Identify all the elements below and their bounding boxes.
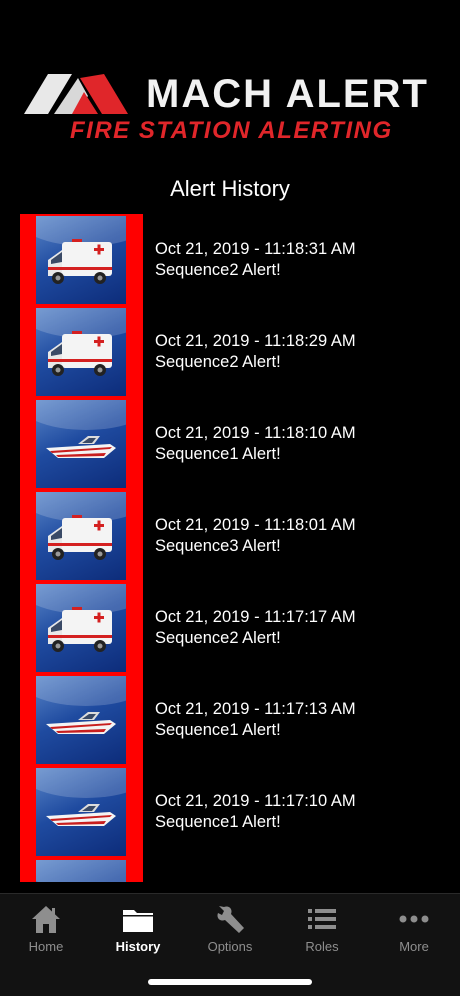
wrench-icon	[217, 906, 244, 933]
alert-timestamp: Oct 21, 2019 - 11:18:10 AM	[155, 424, 356, 442]
more-icon	[399, 915, 429, 923]
ambulance-icon	[44, 878, 118, 882]
alert-thumbnail	[36, 492, 126, 580]
mach-alert-logo-icon	[24, 74, 128, 114]
alert-thumbnail	[36, 400, 126, 488]
folder-icon	[123, 910, 153, 932]
alert-row[interactable]	[0, 858, 460, 882]
alert-text: Oct 21, 2019 - 11:18:01 AM Sequence3 Ale…	[155, 515, 356, 557]
ambulance-icon	[48, 331, 112, 376]
alert-thumbnail	[36, 216, 126, 304]
alert-row[interactable]: Oct 21, 2019 - 11:18:29 AM Sequence2 Ale…	[0, 306, 460, 398]
alert-timestamp: Oct 21, 2019 - 11:17:10 AM	[155, 792, 356, 810]
alert-text: Oct 21, 2019 - 11:17:10 AM Sequence1 Ale…	[155, 791, 356, 833]
tab-home[interactable]: Home	[0, 904, 92, 964]
brand-logo: MACH ALERT FIRE STATION ALERTING	[24, 68, 436, 146]
tab-home-label: Home	[28, 939, 64, 954]
alert-thumbnail	[36, 676, 126, 764]
list-icon	[308, 909, 336, 929]
tab-roles-label: Roles	[305, 939, 339, 954]
alert-text: Oct 21, 2019 - 11:17:13 AM Sequence1 Ale…	[155, 699, 356, 741]
alert-thumbnail	[36, 860, 126, 882]
ambulance-icon	[48, 239, 112, 284]
home-indicator[interactable]	[148, 979, 312, 985]
alert-timestamp: Oct 21, 2019 - 11:18:01 AM	[155, 516, 356, 534]
alert-timestamp: Oct 21, 2019 - 11:17:13 AM	[155, 700, 356, 718]
alert-timestamp: Oct 21, 2019 - 11:17:17 AM	[155, 608, 356, 626]
tab-more-label: More	[399, 939, 429, 954]
alert-message: Sequence1 Alert!	[155, 721, 281, 739]
alert-thumbnail	[36, 584, 126, 672]
brand-subtitle: FIRE STATION ALERTING	[70, 117, 393, 144]
alert-row[interactable]: Oct 21, 2019 - 11:18:31 AM Sequence2 Ale…	[0, 214, 460, 306]
boat-icon	[46, 712, 116, 734]
alert-row[interactable]: Oct 21, 2019 - 11:17:13 AM Sequence1 Ale…	[0, 674, 460, 766]
alert-timestamp: Oct 21, 2019 - 11:18:31 AM	[155, 240, 356, 258]
alert-thumbnail	[36, 768, 126, 856]
boat-icon	[46, 804, 116, 826]
alert-text: Oct 21, 2019 - 11:18:29 AM Sequence2 Ale…	[155, 331, 356, 373]
alert-history-list[interactable]: Oct 21, 2019 - 11:18:31 AM Sequence2 Ale…	[0, 214, 460, 882]
alert-row[interactable]: Oct 21, 2019 - 11:18:01 AM Sequence3 Ale…	[0, 490, 460, 582]
alert-text: Oct 21, 2019 - 11:17:17 AM Sequence2 Ale…	[155, 607, 356, 649]
alert-row[interactable]: Oct 21, 2019 - 11:17:17 AM Sequence2 Ale…	[0, 582, 460, 674]
tab-more[interactable]: More	[368, 904, 460, 964]
alert-message: Sequence1 Alert!	[155, 445, 281, 463]
alert-message: Sequence2 Alert!	[155, 353, 281, 371]
tab-history-label: History	[115, 939, 161, 954]
tab-history[interactable]: History	[92, 904, 184, 964]
tab-roles[interactable]: Roles	[276, 904, 368, 964]
alert-message: Sequence2 Alert!	[155, 261, 281, 279]
brand-title: MACH ALERT	[146, 72, 429, 116]
alert-thumbnail	[36, 308, 126, 396]
home-icon	[32, 906, 60, 933]
page-title: Alert History	[170, 176, 290, 201]
boat-icon	[46, 436, 116, 458]
alert-timestamp: Oct 21, 2019 - 11:18:29 AM	[155, 332, 356, 350]
alert-row[interactable]: Oct 21, 2019 - 11:18:10 AM Sequence1 Ale…	[0, 398, 460, 490]
alert-row[interactable]: Oct 21, 2019 - 11:17:10 AM Sequence1 Ale…	[0, 766, 460, 858]
alert-message: Sequence1 Alert!	[155, 813, 281, 831]
alert-text: Oct 21, 2019 - 11:18:31 AM Sequence2 Ale…	[155, 239, 356, 281]
alert-text: Oct 21, 2019 - 11:18:10 AM Sequence1 Ale…	[155, 423, 356, 465]
alert-message: Sequence2 Alert!	[155, 629, 281, 647]
ambulance-icon	[48, 607, 112, 652]
tab-options[interactable]: Options	[184, 904, 276, 964]
tab-options-label: Options	[207, 939, 253, 954]
alert-message: Sequence3 Alert!	[155, 537, 281, 555]
ambulance-icon	[48, 515, 112, 560]
